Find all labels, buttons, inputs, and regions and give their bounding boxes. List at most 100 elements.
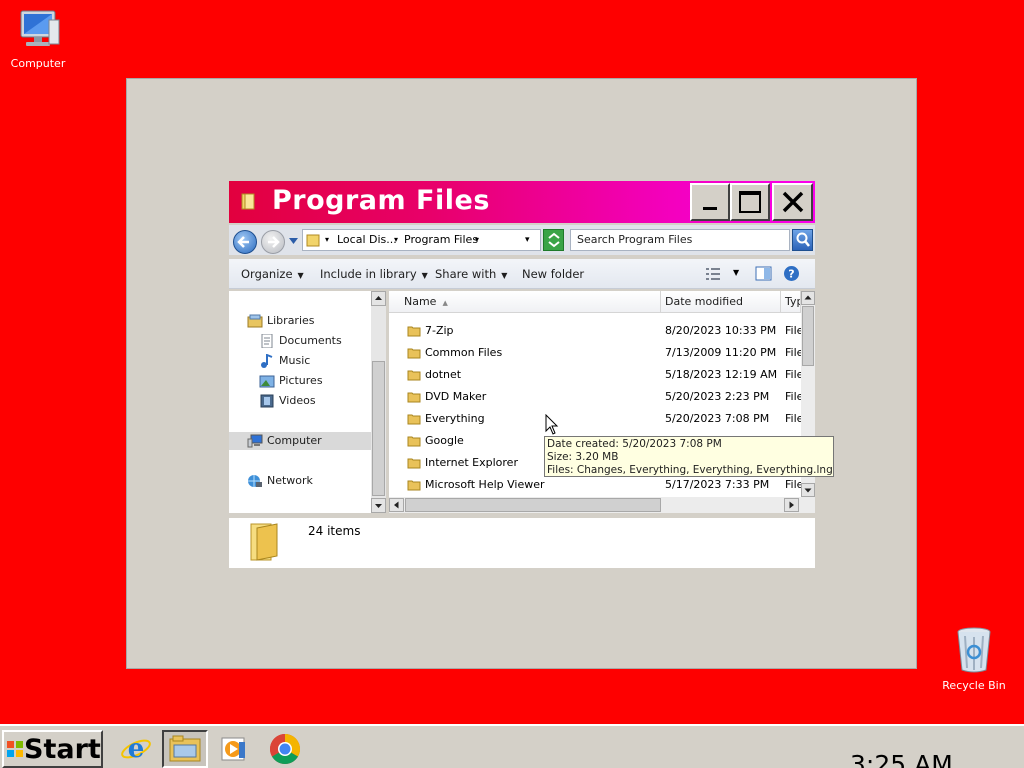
minimize-button[interactable] bbox=[690, 183, 730, 221]
sort-ascending-icon: ▲ bbox=[442, 299, 448, 307]
chevron-right-icon: ▾ bbox=[475, 235, 480, 244]
file-name: Google bbox=[425, 434, 464, 447]
nav-item-pictures[interactable]: Pictures bbox=[259, 372, 323, 390]
file-name: Microsoft Help Viewer bbox=[425, 478, 545, 491]
help-icon[interactable]: ? bbox=[783, 265, 800, 282]
table-row[interactable]: DVD Maker 5/20/2023 2:23 PM File bbox=[389, 386, 803, 408]
nav-scroll-thumb[interactable] bbox=[372, 361, 385, 496]
view-options-icon[interactable] bbox=[705, 267, 721, 281]
file-scroll-thumb[interactable] bbox=[802, 306, 814, 366]
folder-icon bbox=[407, 458, 421, 469]
scroll-down-icon[interactable] bbox=[801, 483, 815, 497]
search-input[interactable]: Search Program Files bbox=[570, 229, 790, 251]
start-button[interactable]: Start bbox=[2, 730, 103, 768]
file-name: Everything bbox=[425, 412, 485, 425]
libraries-icon bbox=[247, 314, 263, 328]
refresh-button[interactable] bbox=[543, 229, 564, 251]
table-row[interactable]: 7-Zip 8/20/2023 10:33 PM File bbox=[389, 320, 803, 342]
search-icon bbox=[796, 232, 810, 247]
back-button[interactable] bbox=[233, 230, 257, 254]
folder-icon bbox=[407, 480, 421, 491]
nav-label: Network bbox=[267, 474, 313, 487]
breadcrumb-program-files[interactable]: Program Files bbox=[404, 230, 478, 250]
nav-item-documents[interactable]: Documents bbox=[259, 332, 342, 350]
table-row[interactable]: Common Files 7/13/2009 11:20 PM File bbox=[389, 342, 803, 364]
computer-icon bbox=[20, 10, 60, 46]
folder-icon bbox=[407, 348, 421, 359]
search-button[interactable] bbox=[792, 229, 813, 251]
chevron-down-icon[interactable]: ▾ bbox=[525, 230, 530, 250]
videos-icon bbox=[260, 394, 274, 408]
start-label: Start bbox=[24, 733, 101, 765]
details-pane: 24 items bbox=[229, 518, 815, 568]
nav-item-computer[interactable]: Computer bbox=[229, 432, 371, 450]
chevron-down-icon[interactable]: ▼ bbox=[733, 268, 739, 277]
taskbar-internet-explorer[interactable]: e bbox=[113, 730, 159, 768]
mouse-cursor-icon bbox=[545, 414, 559, 435]
share-with-button[interactable]: Share with ▼ bbox=[435, 267, 507, 281]
new-folder-button[interactable]: New folder bbox=[522, 267, 584, 281]
nav-item-network[interactable]: Network bbox=[247, 472, 313, 490]
pictures-icon bbox=[259, 375, 275, 388]
column-header-name[interactable]: Name ▲ bbox=[389, 291, 661, 313]
nav-label: Videos bbox=[279, 394, 316, 407]
scroll-up-icon[interactable] bbox=[371, 291, 386, 306]
windows-explorer-icon bbox=[169, 735, 201, 762]
folder-icon bbox=[241, 193, 255, 210]
breadcrumb-local-disk[interactable]: Local Dis... bbox=[337, 230, 397, 250]
folder-icon bbox=[407, 414, 421, 425]
table-row[interactable]: dotnet 5/18/2023 12:19 AM File bbox=[389, 364, 803, 386]
media-player-icon bbox=[221, 737, 245, 761]
column-label: Name bbox=[404, 295, 437, 308]
organize-button[interactable]: Organize ▼ bbox=[241, 267, 304, 281]
horizontal-scroll-thumb[interactable] bbox=[405, 498, 661, 512]
nav-scrollbar[interactable] bbox=[371, 291, 386, 513]
title-bar[interactable]: Program Files bbox=[229, 181, 815, 223]
table-row[interactable]: Everything 5/20/2023 7:08 PM File bbox=[389, 408, 803, 430]
documents-icon bbox=[261, 334, 273, 348]
folder-tooltip: Date created: 5/20/2023 7:08 PM Size: 3.… bbox=[544, 436, 834, 477]
system-clock[interactable]: 3:25 AM bbox=[850, 750, 953, 768]
taskbar-chrome[interactable] bbox=[262, 730, 308, 768]
chevron-down-icon: ▼ bbox=[421, 271, 428, 280]
file-date: 5/17/2023 7:33 PM bbox=[665, 478, 770, 491]
maximize-button[interactable] bbox=[730, 183, 770, 221]
column-header-date-modified[interactable]: Date modified bbox=[661, 291, 781, 313]
folder-icon bbox=[407, 370, 421, 381]
desktop-icon-computer[interactable]: Computer bbox=[3, 8, 73, 70]
file-name: 7-Zip bbox=[425, 324, 454, 337]
close-button[interactable] bbox=[772, 183, 813, 221]
recent-pages-icon[interactable] bbox=[289, 238, 298, 244]
nav-label: Music bbox=[279, 354, 311, 367]
table-row[interactable]: Microsoft Help Viewer 5/17/2023 7:33 PM … bbox=[389, 474, 803, 496]
file-name: Common Files bbox=[425, 346, 503, 359]
music-icon bbox=[261, 354, 273, 368]
nav-label: Documents bbox=[279, 334, 342, 347]
forward-button[interactable] bbox=[261, 230, 285, 254]
nav-item-libraries[interactable]: Libraries bbox=[247, 312, 315, 330]
chrome-icon bbox=[269, 734, 301, 765]
taskbar-windows-explorer[interactable] bbox=[162, 730, 208, 768]
windows-logo-icon bbox=[7, 741, 23, 757]
address-row: ▾ Local Dis... ▾ Program Files ▾ ▾ Searc… bbox=[229, 225, 815, 255]
scroll-right-icon[interactable] bbox=[784, 498, 799, 512]
minimize-icon bbox=[703, 207, 717, 210]
scroll-up-icon[interactable] bbox=[801, 291, 815, 305]
address-bar[interactable]: ▾ Local Dis... ▾ Program Files ▾ ▾ bbox=[302, 229, 541, 251]
scroll-left-icon[interactable] bbox=[389, 498, 404, 512]
preview-pane-icon[interactable] bbox=[755, 266, 772, 281]
file-list-horizontal-scrollbar[interactable] bbox=[389, 497, 815, 513]
scroll-down-icon[interactable] bbox=[371, 498, 386, 513]
internet-explorer-icon: e bbox=[121, 734, 151, 764]
include-in-library-button[interactable]: Include in library ▼ bbox=[320, 267, 428, 281]
desktop-icon-recycle-bin[interactable]: Recycle Bin bbox=[939, 626, 1009, 692]
nav-item-music[interactable]: Music bbox=[259, 352, 310, 370]
recycle-bin-icon bbox=[957, 627, 991, 673]
column-header-type[interactable]: Typ bbox=[781, 291, 801, 313]
tooltip-line: Date created: 5/20/2023 7:08 PM bbox=[547, 438, 722, 450]
taskbar-media-player[interactable] bbox=[211, 730, 257, 768]
nav-item-videos[interactable]: Videos bbox=[259, 392, 316, 410]
file-date: 5/20/2023 2:23 PM bbox=[665, 390, 770, 403]
file-name: dotnet bbox=[425, 368, 462, 381]
navigation-pane: Libraries Documents Music Pictures Video… bbox=[229, 291, 371, 513]
